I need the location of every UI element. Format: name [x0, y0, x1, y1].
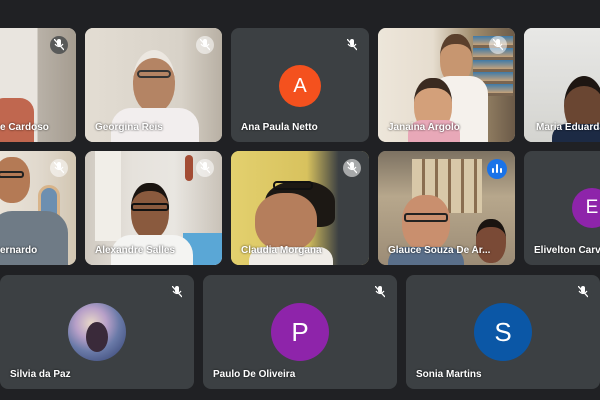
mic-off-icon — [371, 283, 389, 301]
participant-name: Ana Paula Netto — [241, 122, 318, 133]
participant-glasses — [131, 203, 169, 211]
avatar-ana-paula: A — [279, 65, 321, 107]
participant-name: Claudia Morgana — [241, 245, 322, 256]
avatar-photo-figure — [86, 322, 108, 352]
participant-sunglasses — [273, 181, 313, 190]
participant-tile-paulo[interactable]: P Paulo De Oliveira — [203, 275, 397, 389]
participant-tile-ana-paula[interactable]: A Ana Paula Netto — [231, 28, 369, 142]
participant-name: ernardo — [0, 245, 38, 256]
participant-glasses — [137, 70, 171, 78]
participant-tile-bernardo[interactable]: ernardo — [0, 151, 76, 265]
participant-tile-claudia[interactable]: Claudia Morgana — [231, 151, 369, 265]
mic-off-icon — [196, 159, 214, 177]
mic-off-icon — [574, 283, 592, 301]
participant-tile-janaina[interactable]: Janaina Argolo — [378, 28, 515, 142]
avatar-sonia: S — [474, 303, 532, 361]
avatar-paulo: P — [271, 303, 329, 361]
mic-off-icon — [343, 36, 361, 54]
participant-tile-alexandre[interactable]: Alexandre Salles — [85, 151, 222, 265]
audio-level-icon — [487, 159, 507, 179]
participant-tile-cardoso[interactable]: e Cardoso — [0, 28, 76, 142]
participant-name: Silvia da Paz — [10, 369, 71, 380]
participant-name: e Cardoso — [0, 122, 49, 133]
mic-off-icon — [196, 36, 214, 54]
participant-name: Sonia Martins — [416, 369, 482, 380]
participant-tile-glauce[interactable]: Glauce Souza De Ar... — [378, 151, 515, 265]
avatar-elivelton: E — [572, 188, 600, 228]
participant-tile-maria-eduarda[interactable]: Maria Eduarda — [524, 28, 600, 142]
participant-glasses — [0, 171, 24, 178]
wall-decoration — [185, 155, 193, 181]
participant-head — [133, 50, 175, 112]
participant-head — [402, 195, 450, 251]
second-person-head — [476, 219, 506, 263]
participant-name: Glauce Souza De Ar... — [388, 245, 491, 256]
participant-shoulder — [0, 98, 34, 142]
avatar-silvia-photo — [68, 303, 126, 361]
participant-glasses — [404, 213, 448, 222]
mic-off-icon — [489, 36, 507, 54]
participant-name: Alexandre Salles — [95, 245, 176, 256]
participant-name: Paulo De Oliveira — [213, 369, 296, 380]
window-curtain — [95, 151, 121, 241]
participant-tile-georgina[interactable]: Georgina Reis — [85, 28, 222, 142]
participant-tile-elivelton[interactable]: E Elivelton Carv — [524, 151, 600, 265]
participant-name: Elivelton Carv — [534, 245, 600, 256]
participant-head — [131, 183, 169, 239]
mic-off-icon — [343, 159, 361, 177]
mic-off-icon — [168, 283, 186, 301]
participant-name: Maria Eduarda — [536, 122, 600, 133]
participant-head — [255, 193, 317, 251]
mic-off-icon — [50, 159, 68, 177]
participant-name: Janaina Argolo — [388, 122, 460, 133]
participant-body — [0, 211, 68, 265]
participant-name: Georgina Reis — [95, 122, 163, 133]
participant-tile-silvia[interactable]: Silvia da Paz — [0, 275, 194, 389]
participant-head — [0, 157, 30, 203]
participant-tile-sonia[interactable]: S Sonia Martins — [406, 275, 600, 389]
mic-off-icon — [50, 36, 68, 54]
